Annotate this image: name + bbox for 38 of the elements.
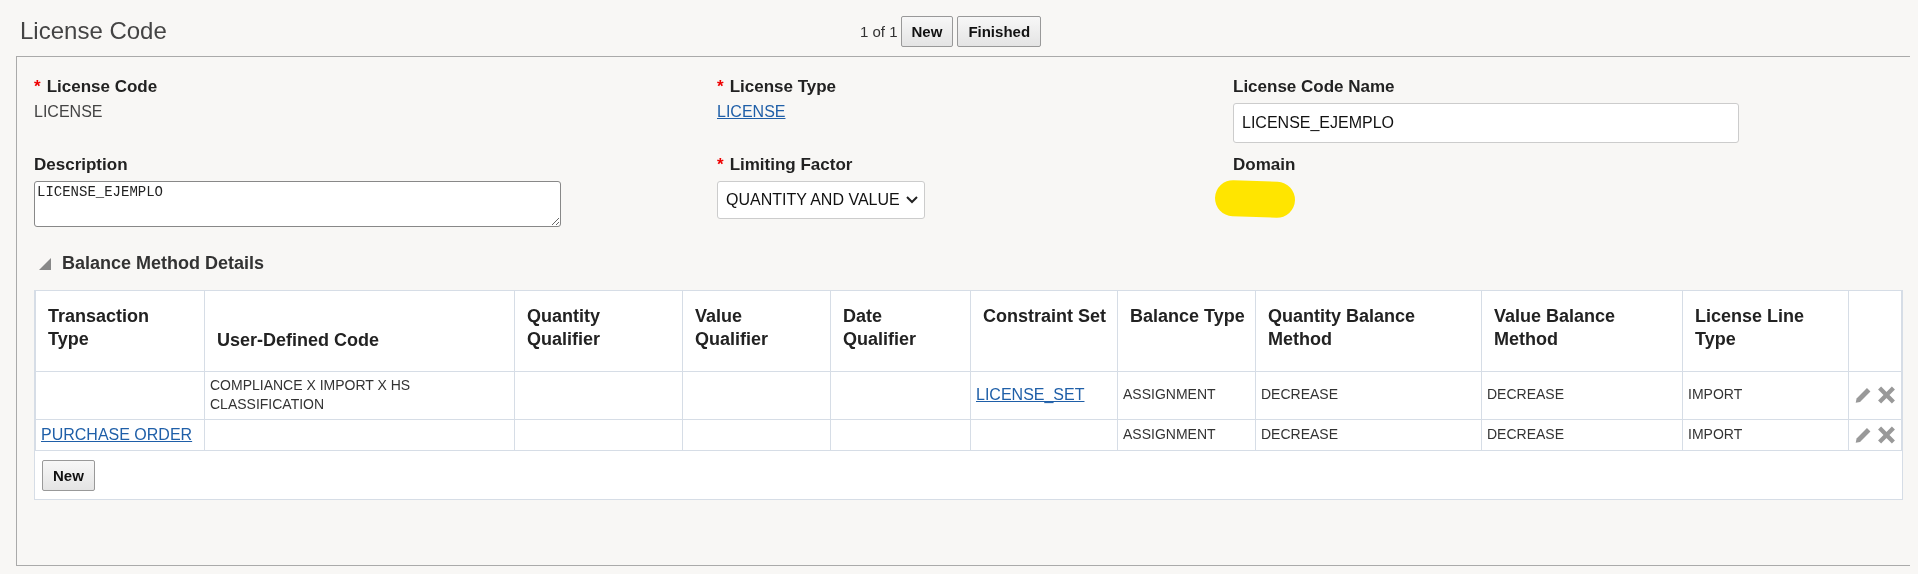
column-header: Quantity Balance Method (1255, 291, 1482, 371)
chevron-down-icon (905, 196, 918, 204)
column-header: Value Balance Method (1481, 291, 1683, 371)
table-cell: DECREASE (1487, 426, 1565, 443)
field-label: Description (34, 155, 129, 175)
table-cell: DECREASE (1261, 386, 1339, 403)
column-header: Balance Type (1117, 291, 1256, 371)
table-cell: IMPORT (1688, 426, 1743, 443)
pager-text: 1 of 1 (860, 22, 898, 40)
column-header: Date Qualifier (830, 291, 971, 371)
field-label: * License Code (34, 77, 159, 97)
finished-button[interactable]: Finished (957, 15, 1042, 47)
description-field[interactable]: LICENSE_EJEMPLO (34, 181, 561, 227)
limiting-factor-select[interactable]: QUANTITY AND VALUE (717, 181, 925, 219)
input-field[interactable]: LICENSE_EJEMPLO (1233, 103, 1739, 143)
field-label: * Limiting Factor (717, 155, 854, 175)
column-header: Value Qualifier (682, 291, 831, 371)
column-header: Constraint Set (970, 291, 1118, 371)
field-label: * License Type (717, 77, 838, 97)
table-cell: ASSIGNMENT (1123, 426, 1216, 443)
table-cell: ASSIGNMENT (1123, 386, 1216, 403)
new-button[interactable]: New (900, 15, 954, 47)
column-header: Transaction Type (35, 291, 205, 371)
column-header: Quantity Qualifier (514, 291, 683, 371)
column-header: User-Defined Code (204, 291, 515, 371)
new-row-button[interactable]: New (42, 460, 95, 492)
table-cell: COMPLIANCE X IMPORT X HS CLASSIFICATION (210, 376, 411, 413)
table-cell: DECREASE (1487, 386, 1565, 403)
table-cell: DECREASE (1261, 426, 1339, 443)
column-header: License Line Type (1682, 291, 1849, 371)
page-title: License Code (20, 17, 168, 45)
field-label: License Code Name (1233, 77, 1396, 97)
field-value: LICENSE (34, 103, 104, 121)
field-label: Domain (1233, 155, 1297, 175)
license-type-link[interactable]: LICENSE (717, 103, 1233, 121)
table-cell: IMPORT (1688, 386, 1743, 403)
section-title: Balance Method Details (62, 253, 265, 274)
disclosure-triangle-icon[interactable] (38, 256, 52, 271)
